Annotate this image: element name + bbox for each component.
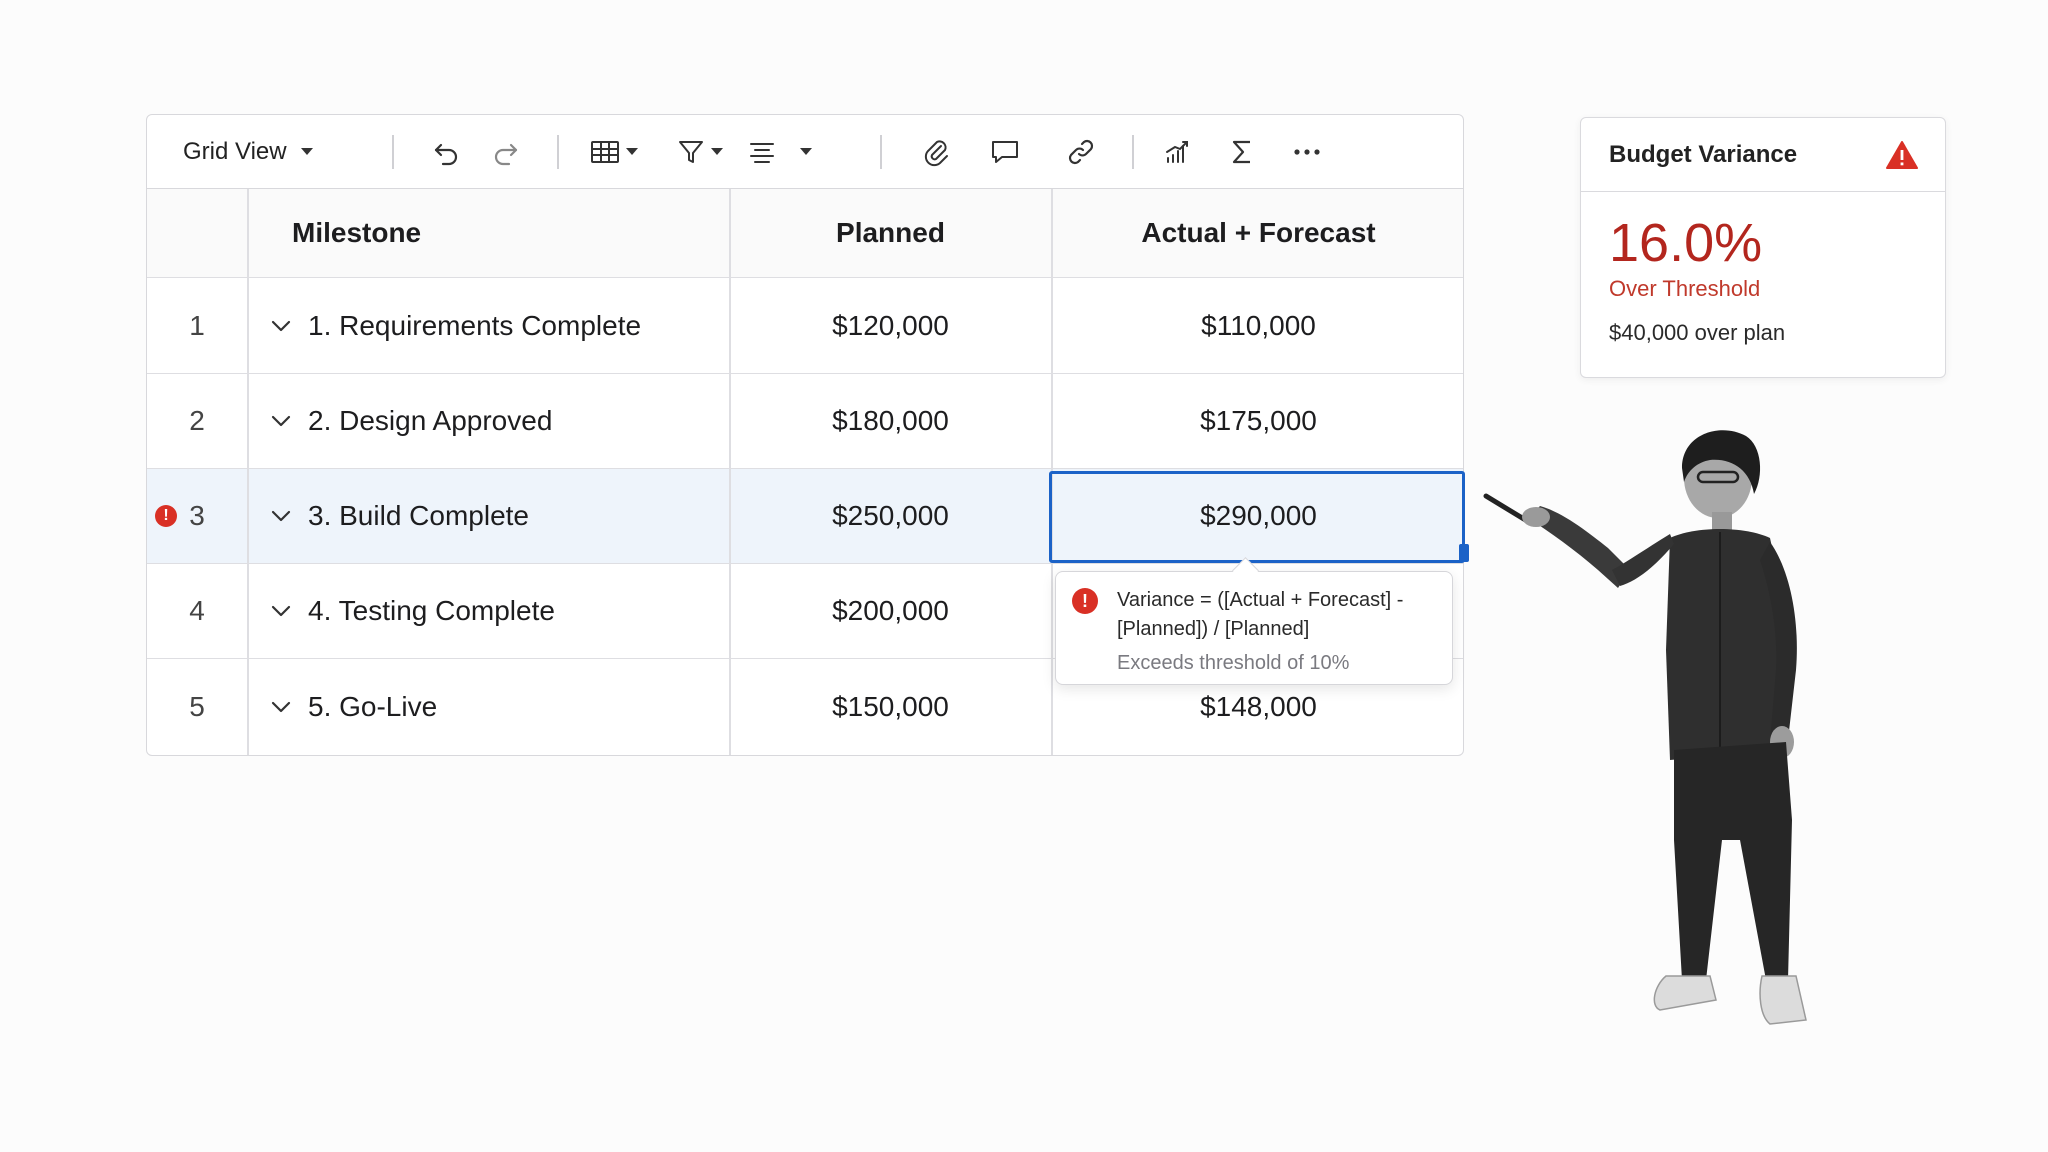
chevron-down-icon[interactable] [270,414,292,428]
milestone-name: 4. Testing Complete [308,595,555,626]
variance-detail: $40,000 over plan [1609,320,1786,345]
variance-tooltip: ! Variance = ([Actual + Forecast] - [Pla… [1055,571,1453,685]
comment-button[interactable] [990,137,1020,167]
column-divider [1051,189,1053,755]
chevron-down-icon[interactable] [270,700,292,714]
milestone-name: 5. Go-Live [308,690,438,722]
milestone-cell[interactable]: 1. Requirements Complete [248,278,729,373]
milestone-name: 1. Requirements Complete [308,309,642,341]
error-icon: ! [1072,588,1098,614]
chart-button[interactable] [1163,138,1191,166]
table-icon [591,140,619,163]
milestone-cell[interactable]: 2. Design Approved [248,374,729,468]
row-number: 3 [189,500,205,531]
chevron-down-icon [626,148,638,155]
align-icon [750,142,774,163]
chevron-down-icon[interactable] [270,604,292,618]
planned-cell[interactable]: $250,000 [730,469,1051,563]
milestone-cell[interactable]: 3. Build Complete [248,469,729,563]
planned-cell[interactable]: $150,000 [730,659,1051,754]
toolbar-divider [392,135,394,169]
table-row[interactable]: 2 2. Design Approved $180,000 $175,000 [147,374,1463,469]
actual-forecast-cell[interactable]: $110,000 [1052,278,1465,373]
header-row: Milestone Planned Actual + Forecast [147,189,1463,278]
warning-icon [1886,140,1918,169]
row-number: 2 [189,405,205,436]
redo-button[interactable] [490,137,520,167]
sheet-panel: Grid View Milestone Planned Actual + For… [146,114,1469,756]
tooltip-formula-line1: Variance = ([Actual + Forecast] - [1117,589,1404,611]
row-number: 5 [189,690,205,722]
card-body: 16.0% Over Threshold $40,000 over plan [1581,192,1945,366]
filter-icon [679,140,703,163]
align-button[interactable] [748,139,812,165]
planned-cell[interactable]: $120,000 [730,278,1051,373]
toolbar-divider [880,135,882,169]
chevron-down-icon[interactable] [270,319,292,333]
more-button[interactable] [1292,147,1322,157]
variance-status: Over Threshold [1609,276,1761,301]
stage: Grid View Milestone Planned Actual + For… [0,0,2048,1152]
column-header-planned[interactable]: Planned [730,189,1051,277]
paperclip-icon [924,139,948,166]
chart-icon [1166,140,1188,163]
view-selector[interactable]: Grid View [183,138,313,166]
column-header-milestone[interactable]: Milestone [248,189,729,277]
row-number: 1 [189,309,205,341]
chevron-down-icon [711,148,723,155]
variance-percent: 16.0% [1609,213,1763,273]
column-header-actual-forecast[interactable]: Actual + Forecast [1052,189,1465,277]
milestone-name: 2. Design Approved [308,405,553,436]
chevron-down-icon[interactable] [270,509,292,523]
row-number-cell: ! 3 [147,469,247,563]
card-header: Budget Variance [1581,118,1945,192]
undo-icon [434,143,458,165]
row-number-header [147,189,247,277]
toolbar: Grid View [147,115,1463,189]
chevron-down-icon [300,148,313,155]
chevron-down-icon [800,148,812,155]
toolbar-divider [1132,135,1134,169]
budget-variance-card: Budget Variance 16.0% Over Threshold $40… [1580,117,1946,378]
table-format-button[interactable] [590,139,638,165]
row-number: 4 [189,595,205,626]
table-row-selected[interactable]: ! 3 3. Build Complete $250,000 $290,000 [147,469,1463,564]
undo-button[interactable] [432,137,462,167]
toolbar-divider [557,135,559,169]
actual-forecast-cell-active[interactable]: $290,000 [1052,469,1465,563]
planned-cell[interactable]: $180,000 [730,374,1051,468]
sum-button[interactable] [1229,138,1255,166]
comment-icon [992,140,1018,163]
redo-icon [494,143,518,165]
link-button[interactable] [1066,137,1096,167]
view-selector-label: Grid View [183,137,287,165]
actual-forecast-cell[interactable]: $175,000 [1052,374,1465,468]
more-icon [1294,148,1320,155]
table-row[interactable]: 1 1. Requirements Complete $120,000 $110… [147,278,1463,374]
link-icon [1068,139,1094,164]
error-icon[interactable]: ! [155,505,177,527]
attach-button[interactable] [921,137,951,167]
filter-button[interactable] [677,138,723,166]
column-divider [247,189,249,755]
milestone-name: 3. Build Complete [308,500,530,531]
tooltip-threshold-note: Exceeds threshold of 10% [1117,652,1350,674]
tooltip-formula-line2: [Planned]) / [Planned] [1117,618,1310,640]
card-title: Budget Variance [1609,140,1798,168]
milestone-cell[interactable]: 4. Testing Complete [248,564,729,658]
milestone-cell[interactable]: 5. Go-Live [248,659,729,754]
planned-cell[interactable]: $200,000 [730,564,1051,658]
presenter-illustration [1483,430,1807,1025]
column-divider [729,189,731,755]
sigma-icon [1232,140,1250,163]
